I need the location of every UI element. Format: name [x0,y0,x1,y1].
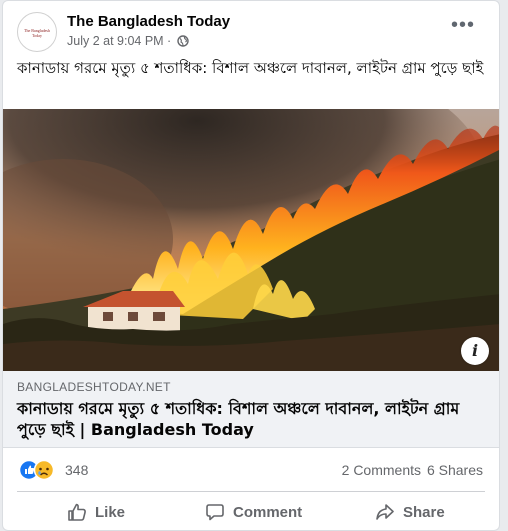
page-avatar[interactable]: The Bangladesh Today [17,12,57,52]
post-card: The Bangladesh Today The Bangladesh Toda… [2,0,500,531]
avatar-logo-text: The Bangladesh Today [24,28,50,38]
page-name-link[interactable]: The Bangladesh Today [67,13,230,30]
share-button[interactable]: Share [375,496,445,528]
link-preview-image[interactable]: i [3,109,499,371]
timestamp-link[interactable]: July 2 at 9:04 PM [67,34,164,48]
share-label: Share [403,503,445,521]
link-preview-box[interactable]: BANGLADESHTODAY.NET কানাডায় গরমে মৃত্যু… [3,371,499,448]
like-button[interactable]: Like [67,496,125,528]
engagement-bar: 348 2 Comments 6 Shares [3,456,499,486]
comment-icon [206,504,224,521]
comment-label: Comment [233,503,303,521]
post-meta: July 2 at 9:04 PM · [67,34,189,50]
comments-count[interactable]: 2 Comments [342,462,421,478]
share-icon [376,504,394,520]
action-bar: Like Comment Share [3,496,499,528]
thumbs-up-icon [68,503,86,521]
sad-reaction-icon [33,459,55,481]
like-label: Like [95,503,126,521]
post-text: কানাডায় গরমে মৃত্যু ৫ শতাধিক: বিশাল অঞ্… [17,59,484,77]
more-options-icon[interactable]: ••• [451,15,475,35]
reaction-icons[interactable] [18,459,59,481]
comment-button[interactable]: Comment [205,496,302,528]
shares-count[interactable]: 6 Shares [427,462,483,478]
info-icon[interactable]: i [461,337,489,365]
wildfire-photo [3,109,499,371]
post-header: The Bangladesh Today The Bangladesh Toda… [3,1,499,57]
link-title[interactable]: কানাডায় গরমে মৃত্যু ৫ শতাধিক: বিশাল অঞ্… [17,398,487,440]
meta-separator: · [163,34,175,48]
globe-icon[interactable] [176,35,189,50]
reaction-count[interactable]: 348 [65,462,88,478]
actions-divider [17,491,485,492]
link-domain: BANGLADESHTODAY.NET [17,380,171,394]
